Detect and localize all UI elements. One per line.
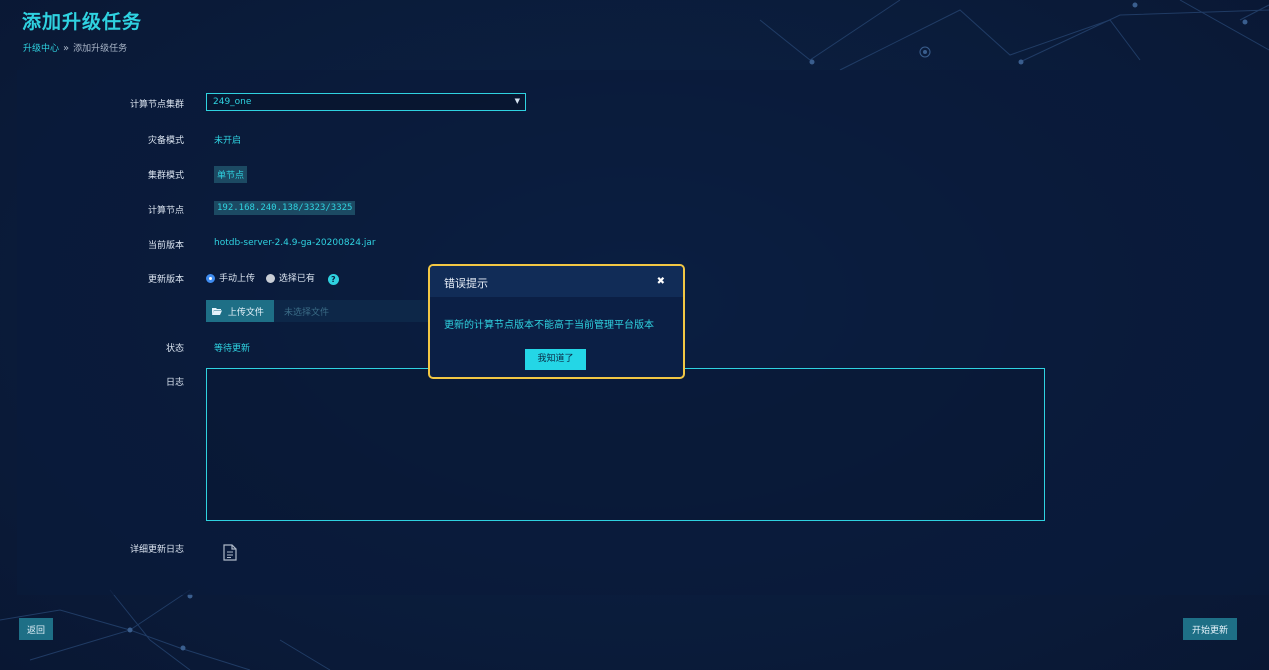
page-title: 添加升级任务 xyxy=(22,11,143,33)
status-label: 状态 xyxy=(165,344,184,354)
dialog-message: 更新的计算节点版本不能高于当前管理平台版本 xyxy=(444,320,654,331)
log-label: 日志 xyxy=(165,378,184,388)
disaster-mode-label: 灾备模式 xyxy=(147,136,184,146)
update-version-label: 更新版本 xyxy=(147,275,184,285)
close-icon[interactable]: ✖ xyxy=(657,276,665,287)
compute-node-label: 计算节点 xyxy=(147,206,184,216)
current-version-value: hotdb-server-2.4.9-ga-20200824.jar xyxy=(214,238,376,248)
row-cluster: 计算节点集群 xyxy=(0,92,1269,114)
dialog-header: 错误提示 ✖ xyxy=(430,266,683,297)
update-version-radio-group: 手动上传 选择已有 ? xyxy=(206,271,339,285)
start-update-button[interactable]: 开始更新 xyxy=(1183,618,1237,640)
current-version-label: 当前版本 xyxy=(147,241,184,251)
cluster-select[interactable]: 249_one ▼ xyxy=(206,93,526,111)
folder-icon xyxy=(212,308,225,318)
radio-manual-upload-label[interactable]: 手动上传 xyxy=(219,274,255,284)
breadcrumb-link-upgrade-center[interactable]: 升级中心 xyxy=(23,44,59,54)
breadcrumb-separator: » xyxy=(63,43,70,54)
row-cluster-mode: 集群模式 xyxy=(0,163,1269,185)
document-icon[interactable] xyxy=(223,544,237,565)
back-button[interactable]: 返回 xyxy=(19,618,53,640)
log-textarea[interactable] xyxy=(206,368,1045,521)
cluster-mode-badge: 单节点 xyxy=(214,166,248,183)
row-detail-log: 详细更新日志 xyxy=(0,537,1269,559)
upload-file-button[interactable]: 上传文件 xyxy=(206,300,274,322)
help-icon[interactable]: ? xyxy=(327,274,339,285)
error-dialog: 错误提示 ✖ 更新的计算节点版本不能高于当前管理平台版本 我知道了 xyxy=(428,264,685,379)
breadcrumb-current: 添加升级任务 xyxy=(73,44,128,54)
cluster-label: 计算节点集群 xyxy=(129,100,184,110)
upload-file-label: 上传文件 xyxy=(227,308,264,318)
radio-manual-upload[interactable] xyxy=(206,274,215,283)
breadcrumb: 升级中心 » 添加升级任务 xyxy=(23,41,127,54)
status-value: 等待更新 xyxy=(214,344,251,354)
cluster-select-value: 249_one xyxy=(213,97,252,107)
dialog-title: 错误提示 xyxy=(444,277,488,290)
detail-log-label: 详细更新日志 xyxy=(129,545,184,555)
acknowledge-button[interactable]: 我知道了 xyxy=(525,349,586,370)
chevron-down-icon: ▼ xyxy=(514,97,520,105)
disaster-mode-value: 未开启 xyxy=(214,136,242,146)
compute-node-badge: 192.168.240.138/3323/3325 xyxy=(214,201,356,215)
cluster-mode-label: 集群模式 xyxy=(147,171,184,181)
radio-select-existing[interactable] xyxy=(265,274,275,283)
row-disaster-mode: 灾备模式 未开启 xyxy=(0,128,1269,150)
row-compute-node: 计算节点 xyxy=(0,198,1269,220)
row-current-version: 当前版本 hotdb-server-2.4.9-ga-20200824.jar xyxy=(0,233,1269,255)
radio-select-existing-label[interactable]: 选择已有 xyxy=(279,274,315,284)
